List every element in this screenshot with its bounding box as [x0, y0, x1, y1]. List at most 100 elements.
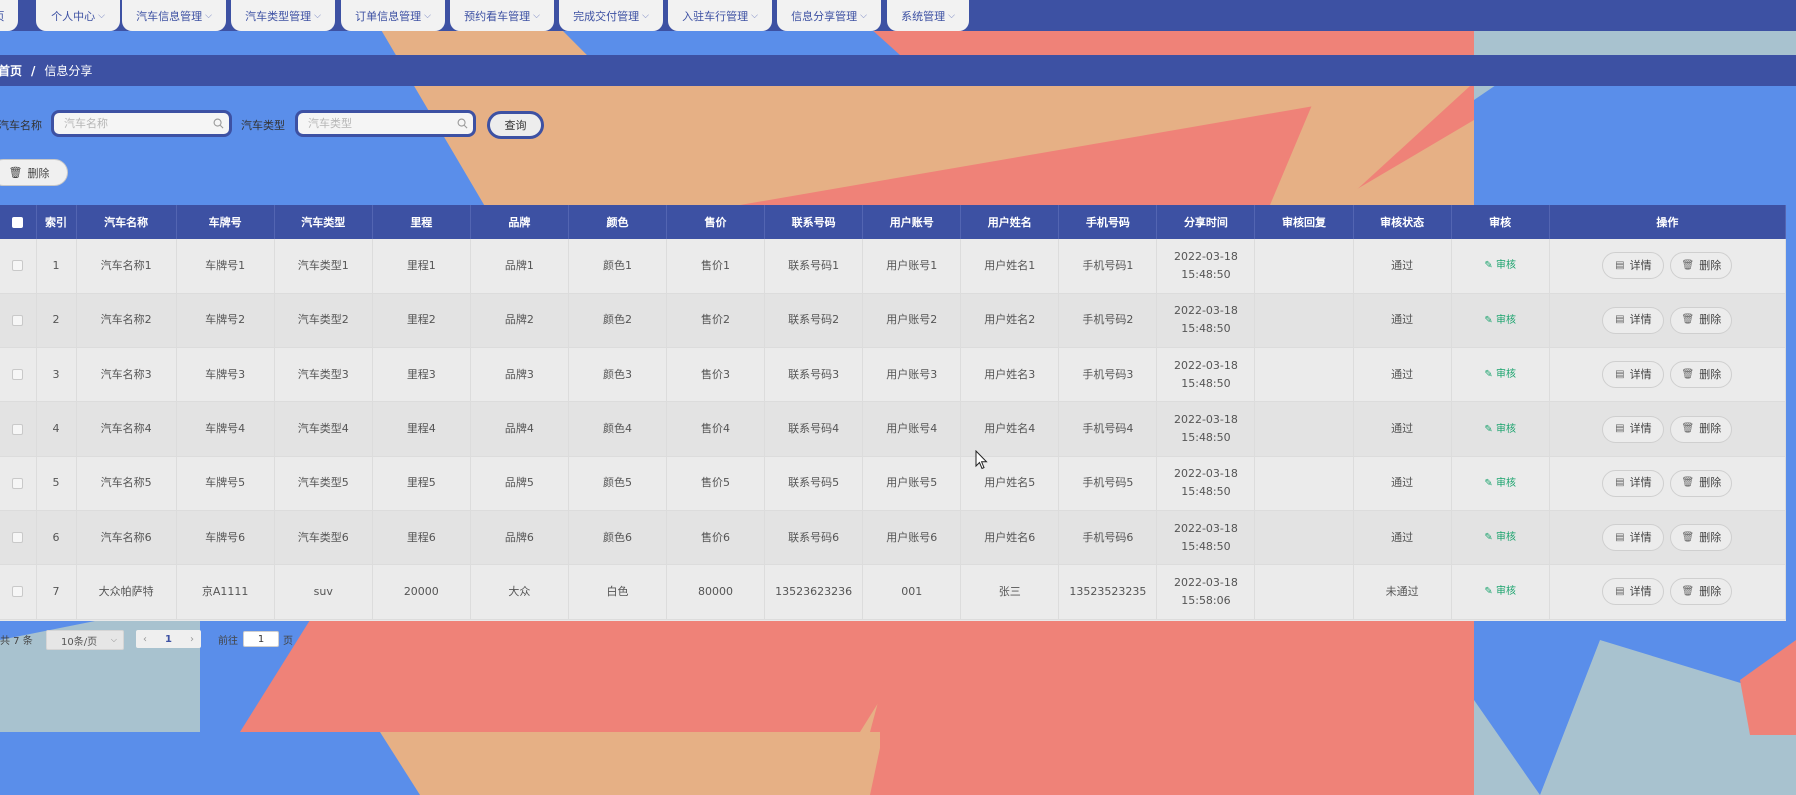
table-cell: 联系号码3 — [764, 347, 864, 403]
detail-button[interactable]: ▤ 详情 — [1602, 415, 1665, 443]
table-row: 7 大众帕萨特 京A1111 suv 20000 大众 白色 80000 13523623236… — [0, 564, 1787, 620]
nav-item-label: 信息分享管理 — [791, 9, 858, 23]
table-cell: 6 — [36, 510, 77, 566]
audit-link[interactable]: ✎ 审核 — [1484, 478, 1516, 489]
table-cell: 颜色6 — [568, 510, 668, 566]
chevron-down-icon: ⌵ — [751, 10, 758, 21]
column-header[interactable]: 审核 — [1451, 205, 1550, 239]
car-name-label: 汽车名称 — [0, 119, 42, 132]
nav-item-car-type[interactable]: 汽车类型管理 ⌵ — [231, 0, 335, 31]
row-checkbox[interactable] — [12, 369, 24, 381]
table-cell: 5 — [36, 456, 77, 511]
goto-page-input[interactable]: 1 — [243, 631, 279, 647]
query-button[interactable]: 查询 — [487, 111, 544, 139]
table-cell: 2022-03-18 15:48:50 — [1156, 239, 1256, 294]
column-header[interactable]: 用户姓名 — [960, 205, 1060, 239]
detail-button[interactable]: ▤ 详情 — [1602, 524, 1665, 552]
column-header[interactable]: 手机号码 — [1058, 205, 1158, 239]
audit-cell: ✎ 审核 — [1451, 510, 1550, 566]
audit-link[interactable]: ✎ 审核 — [1484, 260, 1516, 271]
table-cell: 大众帕萨特 — [76, 564, 177, 620]
column-header[interactable]: 联系号码 — [764, 205, 864, 239]
breadcrumb-home[interactable]: 首页 — [0, 62, 22, 79]
table-cell: 手机号码6 — [1058, 510, 1158, 566]
next-page-icon[interactable]: › — [190, 634, 194, 645]
nav-item-dealer[interactable]: 入驻车行管理 ⌵ — [668, 0, 772, 31]
page-size-select[interactable]: 10条/页 ⌵ — [46, 630, 124, 650]
column-header[interactable]: 汽车类型 — [274, 205, 373, 239]
car-type-input[interactable] — [298, 117, 473, 130]
operation-cell: ▤ 详情 🗑 删除 — [1549, 564, 1787, 620]
table-cell: 汽车名称3 — [76, 347, 177, 403]
row-checkbox[interactable] — [12, 314, 24, 326]
select-all-checkbox[interactable] — [12, 217, 24, 228]
delete-button[interactable]: 🗑 删除 — [1670, 252, 1733, 280]
column-header[interactable]: 操作 — [1549, 205, 1787, 239]
batch-delete-button[interactable]: 🗑 删除 — [0, 159, 68, 186]
current-page[interactable]: 1 — [165, 634, 172, 645]
column-header[interactable]: 索引 — [36, 205, 77, 239]
row-checkbox[interactable] — [12, 586, 24, 598]
nav-item-info-share[interactable]: 信息分享管理 ⌵ — [777, 0, 881, 31]
table-cell: 20000 — [372, 564, 471, 620]
table-cell: 品牌2 — [470, 293, 569, 349]
audit-link[interactable]: ✎ 审核 — [1484, 532, 1516, 543]
row-select-cell — [0, 347, 37, 403]
table-cell: 用户账号1 — [862, 239, 962, 294]
prev-page-icon[interactable]: ‹ — [143, 634, 147, 645]
audit-link[interactable]: ✎ 审核 — [1484, 315, 1516, 326]
nav-item-personal-center[interactable]: 个人中心 ⌵ — [36, 0, 120, 31]
table-cell: 3 — [36, 347, 77, 403]
table-cell — [1254, 510, 1354, 566]
detail-button[interactable]: ▤ 详情 — [1602, 578, 1665, 606]
column-header[interactable]: 汽车名称 — [76, 205, 177, 239]
audit-link[interactable]: ✎ 审核 — [1484, 586, 1516, 597]
nav-item-home[interactable]: 页 — [0, 0, 18, 31]
detail-button[interactable]: ▤ 详情 — [1602, 469, 1665, 497]
delete-button[interactable]: 🗑 删除 — [1670, 306, 1733, 334]
row-select-cell — [0, 401, 37, 457]
delete-button[interactable]: 🗑 删除 — [1670, 361, 1733, 389]
table-header-row: 索引 汽车名称 车牌号 汽车类型 里程 品牌 颜色 售价 联系号码 用户账号 用… — [0, 205, 1787, 239]
table-cell: 售价4 — [666, 401, 766, 457]
detail-button-label: 详情 — [1629, 530, 1652, 544]
table-cell: 汽车类型3 — [274, 347, 373, 403]
column-header[interactable]: 车牌号 — [176, 205, 275, 239]
column-header[interactable]: 颜色 — [568, 205, 668, 239]
detail-button[interactable]: ▤ 详情 — [1602, 306, 1665, 334]
top-nav: 页 个人中心⌵ 汽车信息管理⌵ 汽车类型管理⌵ 订单信息管理⌵ 预约看车管理⌵ … — [0, 0, 1796, 31]
nav-item-label: 汽车类型管理 — [245, 9, 312, 23]
column-header[interactable]: 售价 — [666, 205, 766, 239]
nav-item-appointment[interactable]: 预约看车管理 ⌵ — [450, 0, 554, 31]
edit-icon: ✎ — [1484, 532, 1493, 544]
column-header[interactable]: 审核状态 — [1353, 205, 1452, 239]
detail-button[interactable]: ▤ 详情 — [1602, 252, 1665, 280]
nav-item-delivery[interactable]: 完成交付管理 ⌵ — [559, 0, 663, 31]
row-checkbox[interactable] — [12, 423, 24, 435]
row-checkbox[interactable] — [12, 260, 24, 272]
nav-item-system[interactable]: 系统管理 ⌵ — [887, 0, 969, 31]
delete-button[interactable]: 🗑 删除 — [1670, 578, 1733, 606]
audit-link[interactable]: ✎ 审核 — [1484, 369, 1516, 380]
row-checkbox[interactable] — [12, 477, 24, 489]
breadcrumb-separator: / — [31, 63, 36, 78]
column-header[interactable]: 分享时间 — [1156, 205, 1256, 239]
detail-button[interactable]: ▤ 详情 — [1602, 361, 1665, 389]
car-name-input[interactable] — [54, 117, 229, 130]
column-header[interactable]: 用户账号 — [862, 205, 962, 239]
delete-button[interactable]: 🗑 删除 — [1670, 415, 1733, 443]
column-header[interactable]: 里程 — [372, 205, 471, 239]
delete-button[interactable]: 🗑 删除 — [1670, 524, 1733, 552]
delete-button[interactable]: 🗑 删除 — [1670, 469, 1733, 497]
table-cell: 汽车类型6 — [274, 510, 373, 566]
chevron-down-icon: ⌵ — [98, 10, 105, 21]
column-header[interactable]: 品牌 — [470, 205, 569, 239]
table-cell — [1254, 239, 1354, 294]
table-cell — [1254, 456, 1354, 511]
nav-item-order-info[interactable]: 订单信息管理 ⌵ — [341, 0, 445, 31]
audit-link[interactable]: ✎ 审核 — [1484, 424, 1516, 435]
table-cell: 2 — [36, 293, 77, 349]
column-header[interactable]: 审核回复 — [1254, 205, 1354, 239]
nav-item-car-info[interactable]: 汽车信息管理 ⌵ — [122, 0, 226, 31]
row-checkbox[interactable] — [12, 532, 24, 544]
